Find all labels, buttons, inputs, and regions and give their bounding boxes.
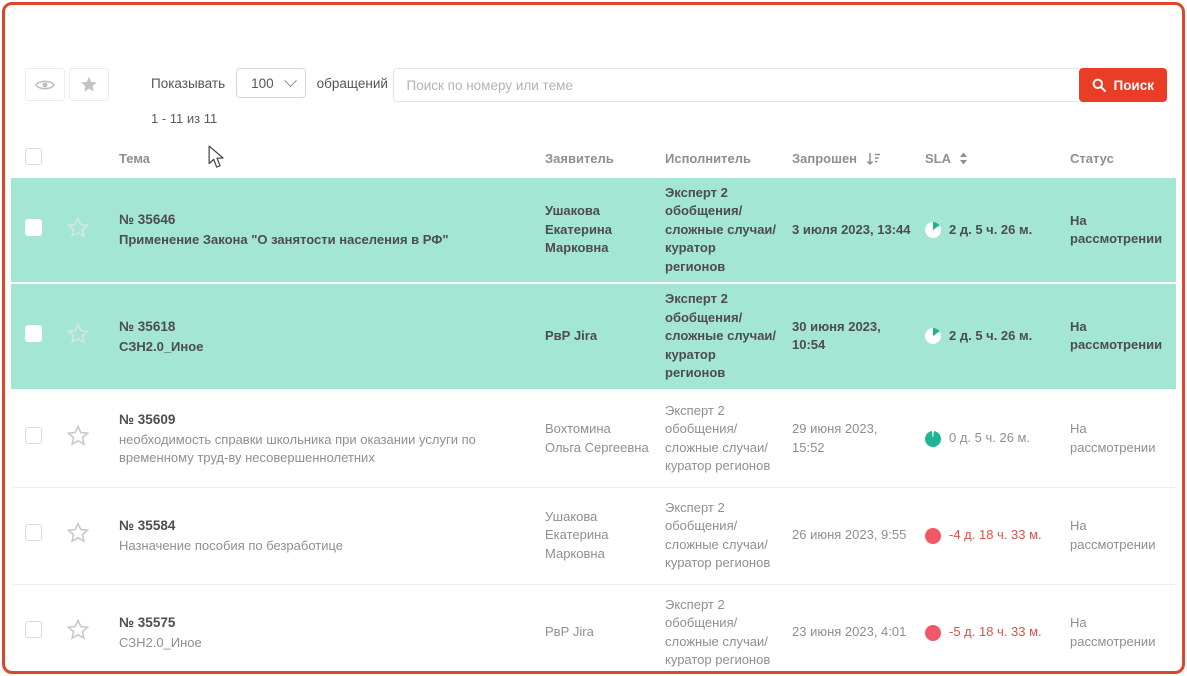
magnifier-icon — [1092, 78, 1106, 92]
per-page-select[interactable]: 100 — [236, 68, 306, 98]
column-header-topic[interactable]: Тема — [105, 144, 533, 174]
sla-cell: -4 д. 18 ч. 33 м. — [917, 520, 1059, 550]
sort-both-icon[interactable] — [959, 152, 968, 165]
sla-indicator-icon — [925, 528, 941, 544]
favorite-star-icon[interactable] — [67, 522, 89, 543]
select-all-checkbox[interactable] — [25, 148, 42, 165]
per-page-value: 100 — [251, 76, 274, 91]
sla-indicator-icon — [925, 625, 941, 641]
status-label: На рассмотрении — [1059, 312, 1176, 361]
executor-name: Эксперт 2 обобщения/сложные случаи/курат… — [655, 493, 783, 579]
requests-table: Тема Заявитель Исполнитель Запрошен SLA — [11, 140, 1176, 674]
applicant-name: Вохтомина Ольга Сергеевна — [533, 414, 655, 463]
search-button-label: Поиск — [1113, 78, 1154, 93]
table-row[interactable]: № 35646 Применение Закона "О занятости на… — [11, 178, 1176, 284]
favorite-star-icon[interactable] — [67, 425, 89, 446]
toolbar: Показывать 100 обращений 1 - 11 из 11 По… — [5, 5, 1182, 126]
row-checkbox[interactable] — [25, 621, 42, 638]
ticket-topic: Назначение пособия по безработице — [119, 537, 519, 555]
applicant-name: Ушакова Екатерина Марковна — [533, 196, 655, 263]
sla-cell: 2 д. 5 ч. 26 м. — [917, 321, 1059, 351]
row-checkbox[interactable] — [25, 219, 42, 236]
requested-datetime: 3 июля 2023, 13:44 — [783, 215, 917, 245]
executor-name: Эксперт 2 обобщения/сложные случаи/курат… — [655, 396, 783, 482]
column-header-sla[interactable]: SLA — [917, 144, 1059, 174]
ticket-topic: необходимость справки школьника при оказ… — [119, 431, 519, 468]
status-label: На рассмотрении — [1059, 206, 1176, 255]
table-header: Тема Заявитель Исполнитель Запрошен SLA — [11, 140, 1176, 178]
requested-datetime: 26 июня 2023, 9:55 — [783, 520, 917, 550]
row-checkbox[interactable] — [25, 524, 42, 541]
row-checkbox[interactable] — [25, 427, 42, 444]
status-label: На рассмотрении — [1059, 511, 1176, 560]
sla-value: -5 д. 18 ч. 33 м. — [949, 623, 1042, 641]
sla-indicator-icon — [925, 328, 941, 344]
sla-value: 2 д. 5 ч. 26 м. — [949, 221, 1032, 239]
search-group: Поиск — [393, 68, 1167, 102]
per-page-block: Показывать 100 обращений 1 - 11 из 11 — [151, 68, 388, 126]
ticket-number[interactable]: № 35584 — [119, 516, 519, 535]
executor-name: Эксперт 2 обобщения/сложные случаи/курат… — [655, 178, 783, 282]
favorites-filter-button[interactable] — [69, 68, 109, 101]
requested-datetime: 30 июня 2023, 10:54 — [783, 312, 917, 361]
applicant-name: РвР Jira — [533, 321, 655, 351]
column-header-applicant[interactable]: Заявитель — [533, 144, 655, 174]
app-window: Показывать 100 обращений 1 - 11 из 11 По… — [2, 2, 1185, 674]
search-input[interactable] — [393, 68, 1079, 102]
star-icon — [80, 76, 98, 93]
column-header-executor[interactable]: Исполнитель — [655, 144, 783, 174]
sla-value: -4 д. 18 ч. 33 м. — [949, 526, 1042, 544]
executor-name: Эксперт 2 обобщения/сложные случаи/курат… — [655, 284, 783, 388]
table-row[interactable]: № 35584 Назначение пособия по безработице… — [11, 488, 1176, 585]
requested-datetime: 29 июня 2023, 15:52 — [783, 414, 917, 463]
favorite-star-icon[interactable] — [67, 619, 89, 640]
search-button[interactable]: Поиск — [1079, 68, 1167, 102]
sla-indicator-icon — [925, 431, 941, 447]
ticket-topic: Применение Закона "О занятости населения… — [119, 231, 519, 249]
sla-value: 2 д. 5 ч. 26 м. — [949, 327, 1032, 345]
sla-value: 0 д. 5 ч. 26 м. — [949, 429, 1030, 447]
applicant-name: Ушакова Екатерина Марковна — [533, 502, 655, 569]
table-body: № 35646 Применение Закона "О занятости на… — [11, 178, 1176, 674]
column-header-status[interactable]: Статус — [1059, 144, 1176, 174]
column-header-requested[interactable]: Запрошен — [783, 144, 917, 174]
status-label: На рассмотрении — [1059, 414, 1176, 463]
table-row[interactable]: № 35609 необходимость справки школьника п… — [11, 391, 1176, 488]
show-label: Показывать — [151, 76, 225, 91]
ticket-topic: СЗН2.0_Иное — [119, 634, 519, 652]
ticket-number[interactable]: № 35618 — [119, 317, 519, 336]
ticket-number[interactable]: № 35609 — [119, 410, 519, 429]
sort-descending-icon[interactable] — [866, 152, 881, 166]
eye-icon — [35, 78, 55, 92]
favorite-star-icon[interactable] — [67, 217, 89, 238]
row-checkbox[interactable] — [25, 325, 42, 342]
sla-cell: 0 д. 5 ч. 26 м. — [917, 423, 1059, 453]
table-row[interactable]: № 35575 СЗН2.0_Иное РвР JiraЭксперт 2 обоб… — [11, 585, 1176, 674]
applicant-name: РвР Jira — [533, 617, 655, 647]
ticket-number[interactable]: № 35646 — [119, 210, 519, 229]
ticket-topic: СЗН2.0_Иное — [119, 338, 519, 356]
status-label: На рассмотрении — [1059, 608, 1176, 657]
executor-name: Эксперт 2 обобщения/сложные случаи/курат… — [655, 590, 783, 674]
sla-indicator-icon — [925, 222, 941, 238]
sla-cell: -5 д. 18 ч. 33 м. — [917, 617, 1059, 647]
chevron-down-icon — [284, 74, 297, 87]
pagination-range: 1 - 11 из 11 — [151, 111, 388, 126]
per-page-suffix: обращений — [317, 76, 388, 91]
visibility-toggle-button[interactable] — [25, 68, 65, 101]
sla-cell: 2 д. 5 ч. 26 м. — [917, 215, 1059, 245]
table-row[interactable]: № 35618 СЗН2.0_Иное РвР JiraЭксперт 2 обоб… — [11, 284, 1176, 390]
requested-datetime: 23 июня 2023, 4:01 — [783, 617, 917, 647]
ticket-number[interactable]: № 35575 — [119, 613, 519, 632]
favorite-star-icon[interactable] — [67, 323, 89, 344]
